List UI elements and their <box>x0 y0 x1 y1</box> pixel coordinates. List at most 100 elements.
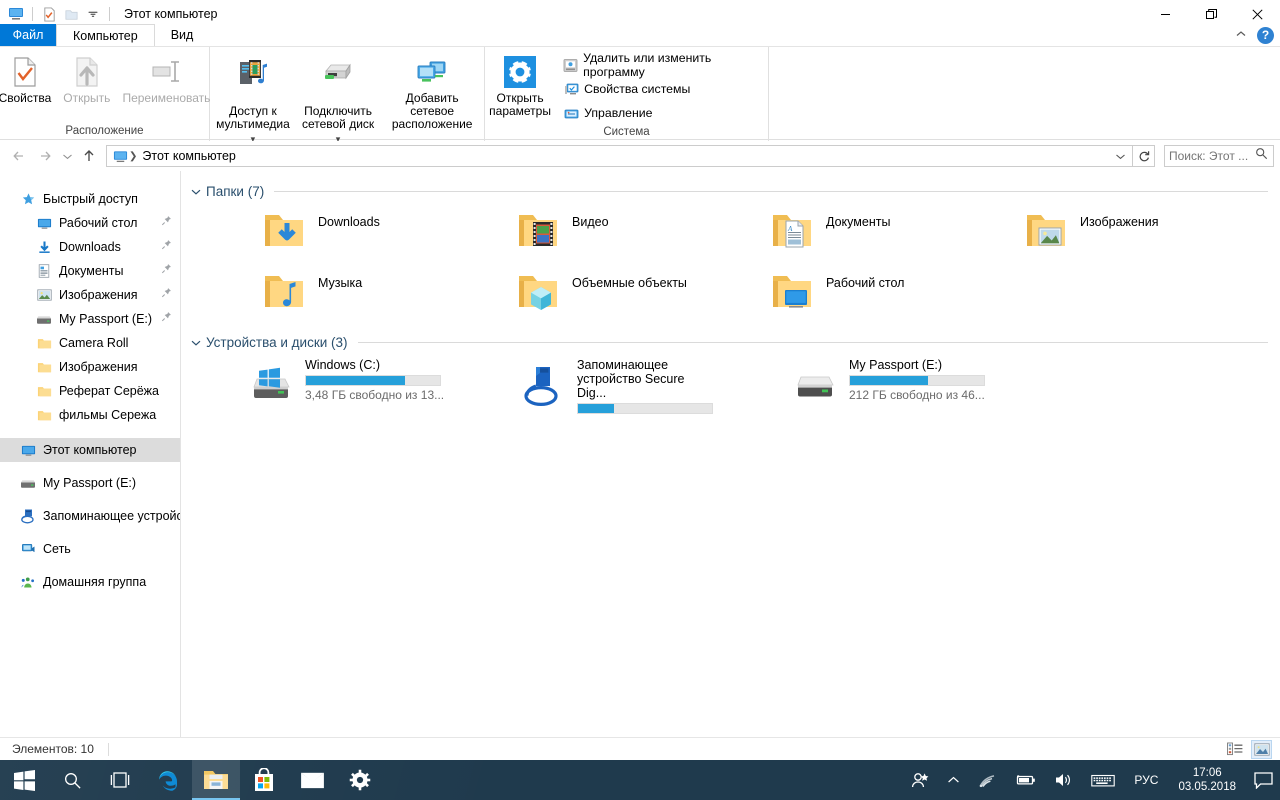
media-access-button[interactable]: Доступ к мультимедиа ▾ <box>210 51 296 146</box>
tile-pictures[interactable]: Изображения <box>1022 203 1276 264</box>
open-button[interactable]: Открыть <box>57 51 116 105</box>
open-settings-button[interactable]: Открыть параметры <box>485 51 555 118</box>
sidebar-item-camera-roll[interactable]: Camera Roll <box>0 331 180 355</box>
speaker-icon[interactable] <box>1045 760 1082 800</box>
new-folder-icon[interactable] <box>60 3 82 25</box>
task-view-button[interactable] <box>96 760 144 800</box>
customize-chevron-icon[interactable] <box>82 3 104 25</box>
sidebar-item-downloads[interactable]: Downloads <box>0 235 180 259</box>
battery-charging-icon[interactable] <box>1005 760 1045 800</box>
search-button[interactable] <box>48 760 96 800</box>
computer-icon[interactable] <box>5 3 27 25</box>
refresh-button[interactable] <box>1133 145 1155 167</box>
chevron-down-icon[interactable] <box>1110 146 1130 166</box>
back-button[interactable] <box>6 143 32 169</box>
keyboard-icon[interactable] <box>1082 760 1124 800</box>
navigation-pane[interactable]: Быстрый доступ Рабочий стол Downloads До… <box>0 171 181 737</box>
tab-file[interactable]: Файл <box>0 24 56 46</box>
settings-button[interactable] <box>336 760 384 800</box>
action-center-button[interactable] <box>1246 760 1280 800</box>
drive-windows-c[interactable]: Windows (C:) 3,48 ГБ свободно из 13... <box>247 358 519 420</box>
sidebar-item-homegroup[interactable]: Домашняя группа <box>0 570 180 594</box>
tile-desktop[interactable]: Рабочий стол <box>768 264 1022 325</box>
properties-button[interactable]: Свойства <box>0 51 57 105</box>
pin-icon[interactable] <box>161 311 172 325</box>
sidebar-item-desktop[interactable]: Рабочий стол <box>0 211 180 235</box>
sidebar-item-documents[interactable]: Документы <box>0 259 180 283</box>
uninstall-program-button[interactable]: Удалить или изменить программу <box>559 51 768 79</box>
show-hidden-icons-button[interactable] <box>938 760 969 800</box>
tile-music[interactable]: Музыка <box>260 264 514 325</box>
breadcrumb-current[interactable]: Этот компьютер <box>138 149 239 163</box>
sd-card-reader-icon <box>519 361 567 409</box>
sidebar-item-quick-access[interactable]: Быстрый доступ <box>0 187 180 211</box>
chevron-down-icon[interactable] <box>188 338 204 348</box>
pin-icon[interactable] <box>161 287 172 301</box>
language-indicator[interactable]: РУС <box>1124 773 1168 787</box>
tile-videos[interactable]: Видео <box>514 203 768 264</box>
system-properties-button[interactable]: Свойства системы <box>559 78 768 100</box>
drive-icon <box>20 475 36 491</box>
chevron-up-icon[interactable] <box>1235 26 1247 44</box>
drives-group-header[interactable]: Устройства и диски (3) <box>182 335 1280 350</box>
tile-documents[interactable]: A Документы <box>768 203 1022 264</box>
folders-grid[interactable]: Downloads Видео A Документы Изображения … <box>182 199 1280 325</box>
tile-downloads[interactable]: Downloads <box>260 203 514 264</box>
recent-locations-button[interactable] <box>58 143 76 169</box>
sidebar-item-this-pc[interactable]: Этот компьютер <box>0 438 180 462</box>
computer-icon <box>113 149 128 164</box>
sidebar-item-my-passport-quick[interactable]: My Passport (E:) <box>0 307 180 331</box>
search-box[interactable] <box>1164 145 1274 167</box>
clock[interactable]: 17:06 03.05.2018 <box>1168 766 1246 794</box>
folders-group-header[interactable]: Папки (7) <box>182 184 1280 199</box>
tab-view[interactable]: Вид <box>155 24 210 46</box>
start-button[interactable] <box>0 760 48 800</box>
sidebar-item-pictures[interactable]: Изображения <box>0 283 180 307</box>
pin-icon[interactable] <box>161 239 172 253</box>
drives-grid[interactable]: Windows (C:) 3,48 ГБ свободно из 13... З… <box>182 350 1280 420</box>
sidebar-item-referat[interactable]: Реферат Серёжа <box>0 379 180 403</box>
pin-icon[interactable] <box>161 215 172 229</box>
chevron-down-icon[interactable] <box>188 187 204 197</box>
tile-3d-objects[interactable]: Объемные объекты <box>514 264 768 325</box>
search-input[interactable] <box>1169 149 1253 163</box>
sidebar-item-network[interactable]: Сеть <box>0 537 180 561</box>
details-view-button[interactable] <box>1224 740 1245 759</box>
drive-usage-bar <box>577 403 713 414</box>
edge-button[interactable] <box>144 760 192 800</box>
pin-icon[interactable] <box>161 263 172 277</box>
manage-button[interactable]: Управление <box>559 102 768 124</box>
sidebar-item-pictures-folder[interactable]: Изображения <box>0 355 180 379</box>
address-input[interactable]: ❯ Этот компьютер <box>106 145 1133 167</box>
people-icon[interactable] <box>902 760 938 800</box>
ribbon-tab-bar[interactable]: Файл Компьютер Вид ? <box>0 24 1280 46</box>
tab-computer[interactable]: Компьютер <box>56 24 155 46</box>
taskbar[interactable]: РУС 17:06 03.05.2018 <box>0 760 1280 800</box>
large-icons-view-button[interactable] <box>1251 739 1272 759</box>
drive-my-passport-e[interactable]: My Passport (E:) 212 ГБ свободно из 46..… <box>791 358 1063 420</box>
system-tray[interactable]: РУС 17:06 03.05.2018 <box>902 760 1280 800</box>
microsoft-store-button[interactable] <box>240 760 288 800</box>
mail-button[interactable] <box>288 760 336 800</box>
windows-drive-icon <box>247 361 295 409</box>
file-explorer-button[interactable] <box>192 760 240 800</box>
ribbon-tab-actions[interactable]: ? <box>1235 24 1274 46</box>
map-network-drive-button[interactable]: Подключить сетевой диск ▾ <box>296 51 380 146</box>
wifi-icon[interactable] <box>969 760 1005 800</box>
view-buttons[interactable] <box>1224 739 1272 759</box>
help-button[interactable]: ? <box>1257 26 1274 44</box>
properties-label: Свойства <box>0 91 52 105</box>
rename-button[interactable]: Переименовать <box>116 51 216 105</box>
forward-button[interactable] <box>32 143 58 169</box>
file-list-pane[interactable]: Папки (7) Downloads Видео A Документы Из… <box>182 171 1280 737</box>
properties-icon[interactable] <box>38 3 60 25</box>
up-button[interactable] <box>76 143 102 169</box>
drive-sd-card[interactable]: Запоминающее устройство Secure Dig... <box>519 358 791 420</box>
breadcrumb-separator[interactable]: ❯ <box>128 151 138 162</box>
sidebar-item-storage-device[interactable]: Запоминающее устройс <box>0 504 180 528</box>
add-network-location-button[interactable]: Добавить сетевое расположение <box>380 51 484 131</box>
rename-label: Переименовать <box>122 91 211 105</box>
sidebar-item-my-passport[interactable]: My Passport (E:) <box>0 471 180 495</box>
search-icon[interactable] <box>1255 147 1268 165</box>
sidebar-item-filmy[interactable]: фильмы Сережа <box>0 403 180 427</box>
